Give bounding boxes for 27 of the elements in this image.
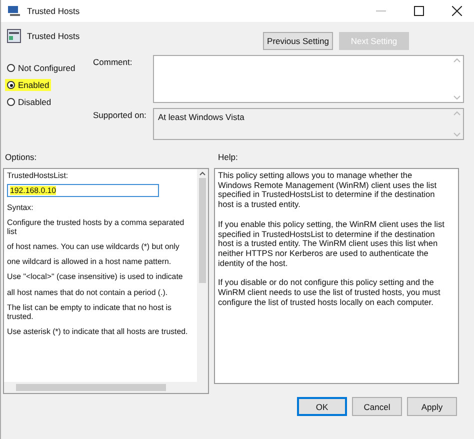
help-paragraph: This policy setting allows you to manage whether the Windows Remote Management (WinRM) client uses the list specified in TrustedHostsList to determine if the destination host is a trusted entity. [218, 171, 438, 210]
comment-label: Comment: [93, 56, 134, 69]
vertical-scrollbar[interactable] [197, 169, 208, 382]
dialog-button[interactable]: Apply [407, 397, 457, 416]
scrollbar-arrows-icon[interactable] [453, 57, 461, 101]
maximize-icon[interactable] [414, 6, 424, 16]
help-label: Help: [218, 152, 238, 162]
computer-icon [7, 5, 21, 17]
previous-button[interactable]: Previous Setting [263, 32, 333, 50]
supported-on-label: Supported on: [93, 109, 148, 122]
help-paragraph: If you enable this policy setting, the WinRM client uses the list specified in TrustedHostsList to determine if the destination host is a trusted entity. The WinRM client uses this list when neither HTTPS nor Kerberos are used to authenticate the identity of the host. [218, 220, 446, 268]
supported-on-field: At least Windows Vista [153, 108, 464, 140]
dialog-button[interactable]: Cancel [352, 397, 402, 416]
radio-option[interactable]: Not Configured [5, 62, 78, 74]
dialog-button[interactable]: OK [297, 397, 347, 416]
radio-option[interactable]: Disabled [5, 96, 54, 108]
help-paragraph: If you disable or do not configure this policy setting and the WinRM client needs to use the list of trusted hosts, you must configure the list of trusted hosts locally on each computer. [218, 278, 442, 308]
close-icon[interactable] [452, 6, 462, 16]
radio-option[interactable]: Enabled [5, 79, 52, 91]
scrollbar-arrows-icon[interactable] [453, 110, 461, 138]
options-label: Options: [5, 152, 38, 162]
scroll-up-icon[interactable] [199, 171, 206, 176]
horizontal-scrollbar[interactable] [4, 382, 208, 393]
comment-field[interactable] [153, 55, 464, 103]
policy-title: Trusted Hosts [27, 31, 80, 41]
window-title: Trusted Hosts [27, 6, 80, 16]
policy-icon [7, 29, 21, 43]
